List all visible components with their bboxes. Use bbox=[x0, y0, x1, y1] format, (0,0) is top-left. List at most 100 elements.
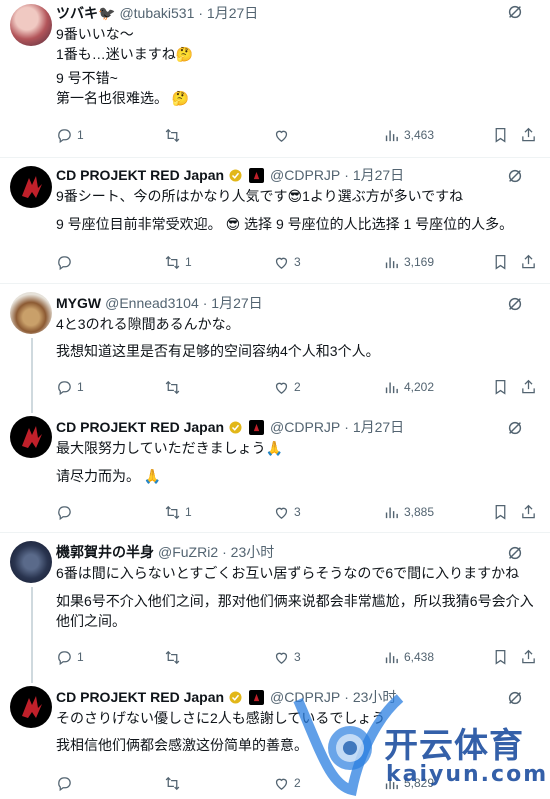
heart-icon bbox=[275, 778, 288, 790]
avatar[interactable] bbox=[10, 166, 52, 208]
like-button[interactable] bbox=[273, 124, 294, 146]
tweet-date[interactable]: · 1月27日 bbox=[203, 293, 263, 313]
bookmark-icon[interactable] bbox=[492, 251, 509, 273]
reply-icon bbox=[58, 255, 71, 270]
retweet-icon bbox=[165, 776, 180, 790]
retweet-button[interactable] bbox=[164, 772, 185, 794]
reply-button[interactable]: 1 bbox=[56, 376, 84, 398]
avatar[interactable] bbox=[10, 292, 52, 334]
author-name[interactable]: 機郭賀井の半身 bbox=[56, 542, 154, 562]
like-button[interactable]: 3 bbox=[273, 646, 301, 668]
views-button[interactable]: 4,202 bbox=[383, 376, 434, 398]
author-name[interactable]: MYGW bbox=[56, 295, 101, 311]
avatar[interactable] bbox=[10, 4, 52, 46]
tweet-text-translation: 9 号不错~ 第一名也很难选。 🤔 bbox=[56, 70, 190, 106]
views-count: 4,202 bbox=[404, 380, 435, 394]
verified-badge-icon bbox=[229, 421, 242, 433]
views-button[interactable]: 6,438 bbox=[383, 646, 434, 668]
tweet[interactable]: CD PROJEKT RED Japan @CDPRJP · 1月27日 最大限… bbox=[0, 416, 550, 531]
tweet-text-original: 9番いいな〜 1番も…迷いますね🤔 bbox=[56, 26, 194, 62]
reply-button[interactable]: 1 bbox=[56, 124, 84, 146]
tweet[interactable]: 機郭賀井の半身 @FuZRi2 · 23小时 6番は間に入らないとすごくお互い居… bbox=[0, 541, 550, 683]
reply-icon bbox=[58, 380, 71, 395]
avatar[interactable] bbox=[10, 416, 52, 458]
share-icon[interactable] bbox=[520, 124, 537, 146]
cdpr-logo-icon bbox=[22, 696, 42, 718]
author-handle[interactable]: @CDPRJP bbox=[270, 419, 340, 435]
tweet-text-translation: 如果6号不介入他们之间，那对他们俩来说都会非常尴尬，所以我猜6号会介入 他们之间… bbox=[56, 593, 534, 629]
retweet-button[interactable] bbox=[164, 646, 185, 668]
views-count: 6,438 bbox=[404, 650, 435, 664]
bookmark-icon[interactable] bbox=[492, 646, 509, 668]
tweet-text-translation: 我想知道这里是否有足够的空间容纳4个人和3个人。 bbox=[56, 343, 380, 359]
heart-icon bbox=[275, 652, 288, 664]
bookmark-icon[interactable] bbox=[492, 124, 509, 146]
tweet[interactable]: CD PROJEKT RED Japan @CDPRJP · 1月27日 9番シ… bbox=[0, 164, 550, 284]
like-button[interactable]: 3 bbox=[273, 251, 301, 273]
retweet-button[interactable] bbox=[164, 124, 185, 146]
affiliate-badge-icon bbox=[249, 689, 265, 705]
like-button[interactable]: 3 bbox=[273, 501, 301, 523]
retweet-count: 1 bbox=[185, 505, 192, 519]
retweet-button[interactable]: 1 bbox=[164, 251, 192, 273]
grok-icon[interactable] bbox=[506, 419, 524, 437]
heart-icon bbox=[275, 130, 288, 142]
retweet-icon bbox=[165, 505, 180, 519]
reply-button[interactable] bbox=[56, 772, 77, 794]
retweet-button[interactable]: 1 bbox=[164, 501, 192, 523]
tweet[interactable]: ツバキ🐦‍⬛ @tubaki531 · 1月27日 9番いいな〜 1番も…迷いま… bbox=[0, 0, 550, 155]
views-icon bbox=[385, 507, 398, 518]
watermark-url: kaiyun.com bbox=[386, 762, 549, 787]
bookmark-icon[interactable] bbox=[492, 501, 509, 523]
tweet[interactable]: MYGW @Ennead3104 · 1月27日 4と3のれる隙間あるんかな。 … bbox=[0, 292, 550, 413]
grok-icon[interactable] bbox=[506, 167, 524, 185]
share-icon[interactable] bbox=[520, 376, 537, 398]
views-icon bbox=[385, 257, 398, 268]
author-name[interactable]: ツバキ🐦‍⬛ bbox=[56, 3, 115, 23]
tweet-text-original: 6番は間に入らないとすごくお互い居ずらそうなので6で間に入りますかね bbox=[56, 565, 520, 581]
author-handle[interactable]: @tubaki531 bbox=[119, 5, 194, 21]
views-button[interactable]: 3,885 bbox=[383, 501, 434, 523]
author-handle[interactable]: @FuZRi2 bbox=[158, 544, 218, 560]
watermark-brand: 开云体育 bbox=[384, 726, 524, 766]
author-name[interactable]: CD PROJEKT RED Japan bbox=[56, 689, 224, 705]
author-name[interactable]: CD PROJEKT RED Japan bbox=[56, 167, 224, 183]
reply-icon bbox=[58, 650, 71, 665]
share-icon[interactable] bbox=[520, 646, 537, 668]
grok-icon[interactable] bbox=[506, 295, 524, 313]
tweet-date[interactable]: · 1月27日 bbox=[344, 417, 404, 437]
reply-button[interactable] bbox=[56, 501, 77, 523]
tweet-date[interactable]: · 23小时 bbox=[222, 542, 274, 562]
views-button[interactable]: 3,169 bbox=[383, 251, 434, 273]
grok-icon[interactable] bbox=[506, 3, 524, 21]
cdpr-logo-icon bbox=[22, 176, 42, 198]
cdpr-logo-icon bbox=[22, 426, 42, 448]
tweet-text-original: 最大限努力していただきましょう🙏 bbox=[56, 440, 284, 456]
divider bbox=[0, 283, 550, 284]
views-button[interactable]: 3,463 bbox=[383, 124, 434, 146]
divider bbox=[0, 532, 550, 533]
retweet-button[interactable] bbox=[164, 376, 185, 398]
verified-badge-icon bbox=[229, 169, 242, 181]
views-icon bbox=[385, 130, 398, 141]
tweet-date[interactable]: · 1月27日 bbox=[344, 165, 404, 185]
like-button[interactable]: 2 bbox=[273, 376, 301, 398]
reply-button[interactable] bbox=[56, 251, 77, 273]
share-icon[interactable] bbox=[520, 501, 537, 523]
heart-icon bbox=[275, 257, 288, 269]
author-name[interactable]: CD PROJEKT RED Japan bbox=[56, 419, 224, 435]
reply-button[interactable]: 1 bbox=[56, 646, 84, 668]
bookmark-icon[interactable] bbox=[492, 376, 509, 398]
avatar[interactable] bbox=[10, 686, 52, 728]
tweet-date[interactable]: · 1月27日 bbox=[198, 3, 258, 23]
avatar[interactable] bbox=[10, 541, 52, 583]
grok-icon[interactable] bbox=[506, 544, 524, 562]
reply-count: 1 bbox=[77, 128, 84, 142]
author-handle[interactable]: @CDPRJP bbox=[270, 167, 340, 183]
share-icon[interactable] bbox=[520, 251, 537, 273]
retweet-count: 1 bbox=[185, 255, 192, 269]
like-count: 2 bbox=[294, 380, 301, 394]
like-count: 3 bbox=[294, 255, 301, 269]
retweet-icon bbox=[165, 650, 180, 664]
author-handle[interactable]: @Ennead3104 bbox=[105, 295, 199, 311]
